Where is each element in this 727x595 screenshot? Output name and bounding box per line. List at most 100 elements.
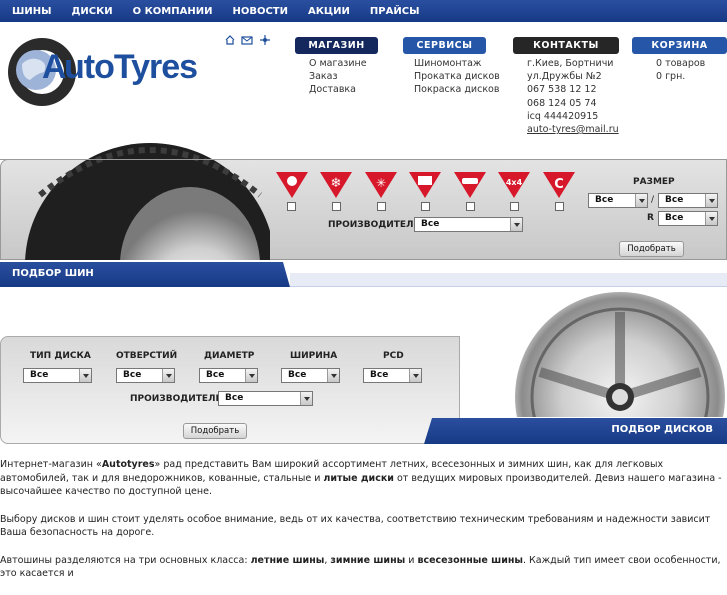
season-checkbox-commercial[interactable] <box>555 202 564 211</box>
chevron-down-icon <box>327 369 339 382</box>
nav-news[interactable]: НОВОСТИ <box>222 6 298 17</box>
intro-text-segment: Интернет-магазин « <box>0 459 102 470</box>
header-icons <box>225 35 270 45</box>
brand-name: Autotyres <box>101 459 155 470</box>
disk-section-title: ПОДБОР ДИСКОВ <box>611 424 713 435</box>
size-profile-select[interactable]: Все <box>658 193 718 208</box>
4x4-icon[interactable]: 4x4 <box>498 172 530 198</box>
menu-services-header[interactable]: СЕРВИСЫ <box>403 37 486 54</box>
nav-promo[interactable]: АКЦИИ <box>298 6 360 17</box>
season-checkbox-summer[interactable] <box>287 202 296 211</box>
disk-diameter-value: Все <box>206 370 225 380</box>
size-label: РАЗМЕР <box>633 177 675 187</box>
top-navigation: ШИНЫ ДИСКИ О КОМПАНИИ НОВОСТИ АКЦИИ ПРАЙ… <box>0 0 727 22</box>
menu-item-order[interactable]: Заказ <box>309 70 367 83</box>
cart-items-count[interactable]: 0 товаров <box>656 57 705 70</box>
4x4-icon-label: 4x4 <box>506 178 523 187</box>
size-radius-value: Все <box>665 213 684 223</box>
contact-icq: icq 444420915 <box>527 110 599 122</box>
summer-tyres-link[interactable]: летние шины <box>251 555 325 566</box>
season-checkbox-allseason[interactable] <box>377 202 386 211</box>
winter-tyres-link[interactable]: зимние шины <box>330 555 405 566</box>
tyre-submit-button[interactable]: Подобрать <box>619 241 684 257</box>
mail-icon[interactable] <box>241 36 253 45</box>
chevron-down-icon <box>162 369 174 382</box>
season-checkbox-4x4[interactable] <box>510 202 519 211</box>
commercial-icon[interactable]: C <box>543 172 575 198</box>
chevron-down-icon <box>510 218 522 231</box>
nav-about[interactable]: О КОМПАНИИ <box>123 6 223 17</box>
intro-text-segment: и <box>405 554 418 566</box>
disk-manufacturer-select[interactable]: Все <box>218 391 313 406</box>
size-profile-value: Все <box>665 195 684 205</box>
menu-item-disk-rolling[interactable]: Прокатка дисков <box>414 70 500 83</box>
season-checkbox-car[interactable] <box>466 202 475 211</box>
disk-width-label: ШИРИНА <box>290 351 338 361</box>
disk-type-select[interactable]: Все <box>23 368 92 383</box>
truck-icon[interactable] <box>409 172 441 198</box>
size-width-select[interactable]: Все <box>588 193 648 208</box>
disk-diameter-label: ДИАМЕТР <box>204 351 255 361</box>
nav-tyres[interactable]: ШИНЫ <box>2 6 61 17</box>
intro-text-segment: Автошины разделяются на три основных кла… <box>0 554 251 566</box>
season-checkbox-truck[interactable] <box>421 202 430 211</box>
cart-total[interactable]: 0 грн. <box>656 70 705 83</box>
disk-width-value: Все <box>288 370 307 380</box>
logo-text: utoTyres <box>64 48 198 86</box>
disk-pcd-select[interactable]: Все <box>363 368 422 383</box>
menu-item-delivery[interactable]: Доставка <box>309 83 367 96</box>
size-radius-select[interactable]: Все <box>658 211 718 226</box>
contact-email-link[interactable]: auto-tyres@mail.ru <box>527 123 619 136</box>
tyre-banner-image <box>0 143 270 260</box>
cast-disks-highlight: литые диски <box>323 472 394 484</box>
intro-paragraph-1: Интернет-магазин «Autotyres» рад предста… <box>0 458 727 499</box>
menu-item-disk-painting[interactable]: Покраска дисков <box>414 83 500 96</box>
menu-shop-header[interactable]: МАГАЗИН <box>295 37 378 54</box>
disk-type-value: Все <box>30 370 49 380</box>
disk-type-label: ТИП ДИСКА <box>30 351 91 361</box>
chevron-down-icon <box>245 369 257 382</box>
contact-phone-2: 068 124 05 74 <box>527 97 597 109</box>
allseason-tyres-link[interactable]: всесезонные шины <box>417 555 523 566</box>
contact-phone-1: 067 538 12 12 <box>527 84 597 96</box>
chevron-down-icon <box>705 194 717 207</box>
disk-width-select[interactable]: Все <box>281 368 340 383</box>
car-icon[interactable] <box>454 172 486 198</box>
disk-holes-label: ОТВЕРСТИЙ <box>116 351 178 361</box>
menu-services-list: Шиномонтаж Прокатка дисков Покраска диск… <box>414 57 500 97</box>
size-width-value: Все <box>595 195 614 205</box>
chevron-down-icon <box>705 212 717 225</box>
menu-item-tyre-fitting[interactable]: Шиномонтаж <box>414 57 500 70</box>
disk-holes-select[interactable]: Все <box>116 368 175 383</box>
all-season-icon[interactable]: ✳ <box>365 172 397 198</box>
home-icon[interactable] <box>225 35 235 45</box>
tyre-section-bar: ПОДБОР ШИН <box>0 262 290 287</box>
contact-street: ул.Дружбы №2 <box>527 71 602 83</box>
site-logo[interactable]: A utoTyres <box>0 34 210 108</box>
season-checkbox-winter[interactable] <box>332 202 341 211</box>
logo-letter-a: A <box>42 48 67 86</box>
menu-cart-header[interactable]: КОРЗИНА <box>632 37 727 54</box>
intro-paragraph-3: Автошины разделяются на три основных кла… <box>0 554 727 581</box>
contacts-list: г.Киев, Бортничи ул.Дружбы №2 067 538 12… <box>527 57 619 136</box>
nav-prices[interactable]: ПРАЙСЫ <box>360 6 430 17</box>
nav-disks[interactable]: ДИСКИ <box>61 6 122 17</box>
disk-diameter-select[interactable]: Все <box>199 368 258 383</box>
svg-text:❄: ❄ <box>331 176 342 191</box>
sun-icon[interactable] <box>276 172 308 198</box>
tyre-section-title: ПОДБОР ШИН <box>12 268 94 279</box>
season-icons: ❄ ✳ 4x4 C <box>276 172 575 198</box>
menu-item-about-shop[interactable]: О магазине <box>309 57 367 70</box>
intro-text: Интернет-магазин «Autotyres» рад предста… <box>0 458 727 595</box>
menu-contacts-header[interactable]: КОНТАКТЫ <box>513 37 619 54</box>
sitemap-icon[interactable] <box>260 35 270 45</box>
tyre-manufacturer-value: Все <box>421 219 440 229</box>
snowflake-icon[interactable]: ❄ <box>320 172 352 198</box>
tyre-manufacturer-select[interactable]: Все <box>414 217 523 232</box>
disk-submit-button[interactable]: Подобрать <box>183 423 247 439</box>
disk-banner-image <box>515 292 725 417</box>
disk-manufacturer-label: ПРОИЗВОДИТЕЛЬ <box>130 394 223 404</box>
intro-paragraph-2: Выбору дисков и шин стоит уделять особое… <box>0 513 711 539</box>
commercial-icon-label: C <box>554 177 564 192</box>
cart-summary: 0 товаров 0 грн. <box>656 57 705 83</box>
